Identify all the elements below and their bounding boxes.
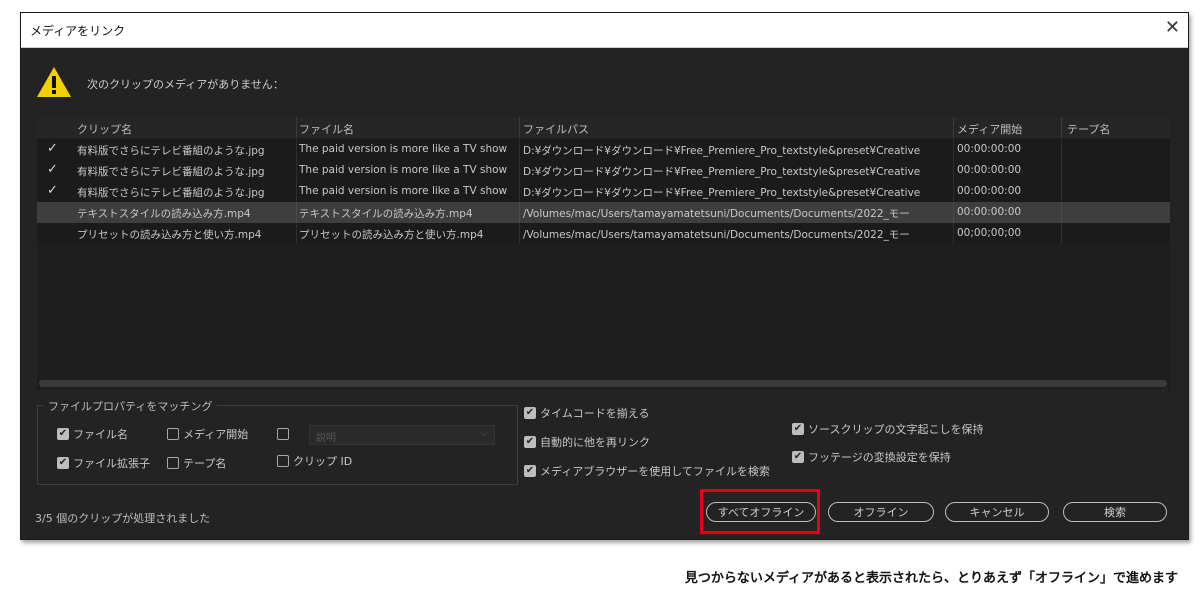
status-text: 3/5 個のクリップが処理されました <box>35 512 211 525</box>
table-row[interactable]: ✓ 有料版でさらにテレビ番組のような.jpg The paid version … <box>37 139 1170 160</box>
keep-transcript-checkbox[interactable]: ✔ ソースクリップの文字起こしを保持 <box>792 421 983 437</box>
table-row[interactable]: プリセットの読み込み方と使い方.mp4 プリセットの読み込み方と使い方.mp4 … <box>37 223 1170 244</box>
checkbox-label: ソースクリップの文字起こしを保持 <box>808 423 984 436</box>
file-name: The paid version is more like a TV show <box>299 164 508 176</box>
clip-id-checkbox[interactable]: クリップ ID <box>277 453 352 469</box>
clip-table[interactable]: クリップ名 ファイル名 ファイルパス メディア開始 テープ名 ✓ 有料版でさらに… <box>37 117 1170 389</box>
align-timecode-checkbox[interactable]: ✔ タイムコードを揃える <box>524 405 649 421</box>
check-icon: ✓ <box>47 183 58 198</box>
auto-relink-checkbox[interactable]: ✔ 自動的に他を再リンク <box>524 434 650 450</box>
clip-name: テキストスタイルの読み込み方.mp4 <box>77 208 251 220</box>
chevron-down-icon: ⌵ <box>480 428 488 439</box>
checkbox-label: 自動的に他を再リンク <box>540 436 650 449</box>
checkbox-label: メディア開始 <box>183 428 249 441</box>
description-checkbox[interactable] <box>277 428 293 440</box>
col-header-media-start[interactable]: メディア開始 <box>957 121 1022 137</box>
file-name-checkbox[interactable]: ✔ ファイル名 <box>57 426 128 442</box>
checkbox-icon <box>167 428 179 440</box>
caption-text: 見つからないメディアがあると表示されたら、とりあえず「オフライン」で進めます <box>684 571 1178 586</box>
col-header-clip[interactable]: クリップ名 <box>77 121 132 137</box>
checkbox-label: タイムコードを揃える <box>540 407 650 420</box>
col-header-path[interactable]: ファイルパス <box>523 121 589 137</box>
clip-name: 有料版でさらにテレビ番組のような.jpg <box>77 187 265 199</box>
clip-name: 有料版でさらにテレビ番組のような.jpg <box>77 166 265 178</box>
keep-interpret-checkbox[interactable]: ✔ フッテージの変換設定を保持 <box>792 449 951 465</box>
search-button[interactable]: 検索 <box>1063 502 1167 522</box>
table-row[interactable]: ✓ 有料版でさらにテレビ番組のような.jpg The paid version … <box>37 160 1170 181</box>
warning-message: 次のクリップのメディアがありません： <box>87 78 284 91</box>
checkbox-label: クリップ ID <box>293 455 353 468</box>
file-path: /Volumes/mac/Users/tamayamatetsuni/Docum… <box>523 208 910 220</box>
warning-icon <box>37 67 71 97</box>
use-media-browser-checkbox[interactable]: ✔ メディアブラウザーを使用してファイルを検索 <box>524 463 770 479</box>
description-select[interactable]: 説明 ⌵ <box>309 425 495 445</box>
checkbox-label: メディアブラウザーを使用してファイルを検索 <box>540 465 770 478</box>
table-row[interactable]: ✓ 有料版でさらにテレビ番組のような.jpg The paid version … <box>37 181 1170 202</box>
file-path: D:¥ダウンロード¥ダウンロード¥Free_Premiere_Pro_texts… <box>523 187 921 199</box>
media-start: 00:00:00:00 <box>957 206 1022 218</box>
checkbox-checked-icon: ✔ <box>57 428 69 440</box>
file-name: The paid version is more like a TV show <box>299 185 508 197</box>
checkbox-checked-icon: ✔ <box>792 423 804 435</box>
checkbox-label: テープ名 <box>183 457 227 470</box>
cancel-button[interactable]: キャンセル <box>945 502 1049 522</box>
checkbox-checked-icon: ✔ <box>524 436 536 448</box>
file-name: テキストスタイルの読み込み方.mp4 <box>299 208 473 220</box>
file-ext-checkbox[interactable]: ✔ ファイル拡張子 <box>57 455 150 471</box>
col-header-tape[interactable]: テープ名 <box>1067 121 1110 137</box>
media-start: 00:00:00:00 <box>957 185 1022 197</box>
checkbox-checked-icon: ✔ <box>792 451 804 463</box>
checkbox-icon <box>277 455 289 467</box>
media-start: 00:00:00:00 <box>957 164 1022 176</box>
file-path: D:¥ダウンロード¥ダウンロード¥Free_Premiere_Pro_texts… <box>523 145 921 157</box>
table-row-selected[interactable]: テキストスタイルの読み込み方.mp4 テキストスタイルの読み込み方.mp4 /V… <box>37 202 1170 223</box>
checkbox-label: ファイル拡張子 <box>73 457 150 470</box>
file-path: D:¥ダウンロード¥ダウンロード¥Free_Premiere_Pro_texts… <box>523 166 921 178</box>
checkbox-label: フッテージの変換設定を保持 <box>808 451 951 464</box>
file-name: プリセットの読み込み方と使い方.mp4 <box>299 229 484 241</box>
checkbox-icon <box>167 457 179 469</box>
tape-name-checkbox[interactable]: テープ名 <box>167 455 226 471</box>
media-start: 00:00:00:00 <box>957 143 1022 155</box>
checkbox-checked-icon: ✔ <box>57 457 69 469</box>
checkbox-checked-icon: ✔ <box>524 465 536 477</box>
close-icon[interactable]: ✕ <box>1165 18 1180 38</box>
offline-button[interactable]: オフライン <box>828 502 934 522</box>
file-name: The paid version is more like a TV show <box>299 143 508 155</box>
file-path: /Volumes/mac/Users/tamayamatetsuni/Docum… <box>523 229 910 241</box>
media-start-checkbox[interactable]: メディア開始 <box>167 426 248 442</box>
clip-name: 有料版でさらにテレビ番組のような.jpg <box>77 145 265 157</box>
file-property-matching-group <box>37 405 518 485</box>
horizontal-scrollbar[interactable] <box>39 380 1167 387</box>
media-start: 00;00;00;00 <box>957 227 1022 239</box>
title-bar: メディアをリンク ✕ <box>21 13 1188 48</box>
dialog-title: メディアをリンク <box>30 24 126 38</box>
link-media-dialog: メディアをリンク ✕ 次のクリップのメディアがありません： クリップ名 ファイル… <box>20 12 1189 540</box>
check-icon: ✓ <box>47 141 58 156</box>
highlight-box <box>700 489 820 534</box>
checkbox-icon <box>277 428 289 440</box>
check-icon: ✓ <box>47 162 58 177</box>
clip-name: プリセットの読み込み方と使い方.mp4 <box>77 229 262 241</box>
checkbox-checked-icon: ✔ <box>524 407 536 419</box>
table-header: クリップ名 ファイル名 ファイルパス メディア開始 テープ名 <box>37 117 1170 138</box>
checkbox-label: ファイル名 <box>73 428 128 441</box>
col-header-file[interactable]: ファイル名 <box>299 121 354 137</box>
group-legend: ファイルプロパティをマッチング <box>43 398 218 414</box>
